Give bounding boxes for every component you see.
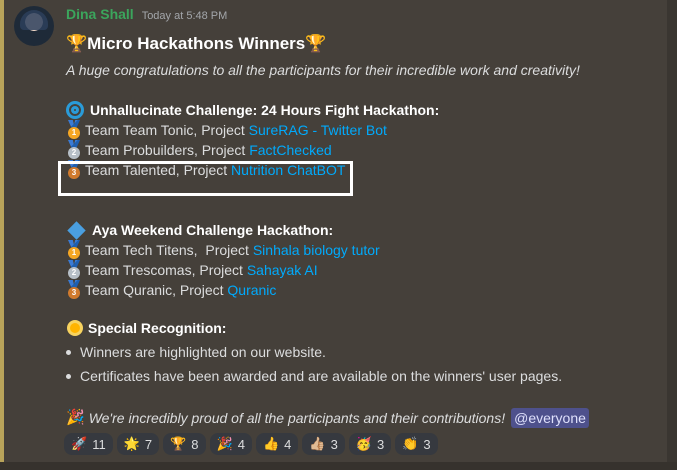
team-text: Team Team Tonic, Project	[85, 122, 249, 138]
reaction-rocket[interactable]: 🚀 11	[64, 433, 113, 455]
team-text: Team Trescomas, Project	[85, 262, 247, 278]
party-popper-icon: 🎉	[216, 436, 233, 451]
silver-medal-icon: 2	[66, 260, 82, 280]
reaction-count: 3	[330, 436, 338, 452]
reaction-glowing-star[interactable]: 🌟 7	[116, 433, 160, 455]
silver-medal-icon: 2	[66, 140, 82, 160]
section1-heading: Unhallucinate Challenge: 24 Hours Fight …	[66, 100, 656, 120]
highlight-box	[58, 161, 353, 196]
reaction-count: 7	[144, 436, 153, 452]
closing-text: We're incredibly proud of all the partic…	[88, 410, 506, 426]
thumbs-up-icon: 👍🏼	[309, 436, 326, 451]
team-text: Team Probuilders, Project	[85, 142, 250, 158]
sun-icon	[66, 319, 84, 337]
list-item: 2 Team Probuilders, Project FactChecked	[66, 140, 656, 160]
reaction-count: 11	[92, 436, 106, 452]
thumbs-up-icon: 👍	[262, 436, 280, 451]
closing-line: 🎉 We're incredibly proud of all the part…	[66, 408, 656, 428]
username[interactable]: Dina Shall	[66, 6, 134, 22]
diamond-icon	[67, 220, 86, 240]
reaction-count: 4	[237, 436, 245, 452]
bullet-item: Winners are highlighted on our website.	[66, 340, 656, 364]
project-link[interactable]: Quranic	[227, 280, 276, 300]
trophy-icon: 🏆	[66, 34, 88, 53]
section2-heading: Aya Weekend Challenge Hackathon:	[66, 220, 656, 240]
reaction-count: 3	[423, 436, 431, 452]
reaction-party-face[interactable]: 🥳 3	[348, 433, 392, 455]
message-title: 🏆 Micro Hackathons Winners 🏆	[66, 30, 656, 58]
reaction-count: 3	[376, 436, 385, 452]
reactions-bar: 🚀 11 🌟 7 🏆 8 🎉 4 👍 4 👍🏼 3 🥳 3 👏 3	[64, 433, 438, 455]
project-link[interactable]: Sinhala biology tutor	[253, 240, 380, 260]
party-face-icon: 🥳	[355, 436, 372, 451]
message-header: Dina Shall Today at 5:48 PM	[66, 6, 656, 26]
team-text: Team Quranic, Project	[85, 282, 228, 298]
project-link[interactable]: SureRAG - Twitter Bot	[249, 120, 387, 140]
reaction-thumbs-up[interactable]: 👍 4	[255, 433, 299, 455]
project-link[interactable]: Sahayak AI	[247, 260, 318, 280]
section1-heading-text: Unhallucinate Challenge: 24 Hours Fight …	[90, 102, 440, 118]
bronze-medal-icon: 3	[66, 280, 82, 300]
section3-heading: Special Recognition:	[66, 318, 656, 338]
trophy-icon: 🏆	[305, 34, 327, 53]
project-link[interactable]: FactChecked	[249, 140, 331, 160]
list-item: 1 Team Team Tonic, Project SureRAG - Twi…	[66, 120, 656, 140]
gold-medal-icon: 1	[66, 120, 82, 140]
section3-heading-text: Special Recognition:	[88, 320, 227, 336]
trophy-icon: 🏆	[170, 436, 187, 451]
team-text: Team Tech Titens, Project	[85, 242, 253, 258]
scrollbar-track[interactable]	[667, 0, 677, 470]
avatar[interactable]	[14, 6, 54, 46]
list-item: 3 Team Quranic, Project Quranic	[66, 280, 656, 300]
reaction-thumbs-up-skin[interactable]: 👍🏼 3	[302, 433, 345, 455]
bullet-item: Certificates have been awarded and are a…	[66, 364, 656, 388]
message: Dina Shall Today at 5:48 PM 🏆 Micro Hack…	[66, 6, 656, 428]
timestamp[interactable]: Today at 5:48 PM	[142, 10, 228, 22]
list-item: 2 Team Trescomas, Project Sahayak AI	[66, 260, 656, 280]
gold-medal-icon: 1	[66, 240, 82, 260]
section2-heading-text: Aya Weekend Challenge Hackathon:	[92, 222, 334, 238]
reaction-party[interactable]: 🎉 4	[209, 433, 252, 455]
cyclone-icon	[66, 101, 84, 119]
star-icon: 🌟	[123, 436, 140, 451]
bottom-edge	[0, 462, 677, 470]
reaction-clap[interactable]: 👏 3	[395, 433, 438, 455]
clap-icon: 👏	[402, 436, 419, 451]
rocket-icon: 🚀	[71, 436, 88, 451]
reaction-count: 8	[191, 436, 199, 452]
party-popper-icon: 🎉	[66, 409, 85, 426]
everyone-mention[interactable]: @everyone	[511, 408, 589, 428]
reaction-count: 4	[284, 436, 292, 452]
list-item: 1 Team Tech Titens, Project Sinhala biol…	[66, 240, 656, 260]
title-text: Micro Hackathons Winners	[87, 34, 306, 53]
message-highlight-bar	[0, 0, 4, 470]
reaction-trophy[interactable]: 🏆 8	[163, 433, 206, 455]
subtitle: A huge congratulations to all the partic…	[66, 62, 580, 78]
